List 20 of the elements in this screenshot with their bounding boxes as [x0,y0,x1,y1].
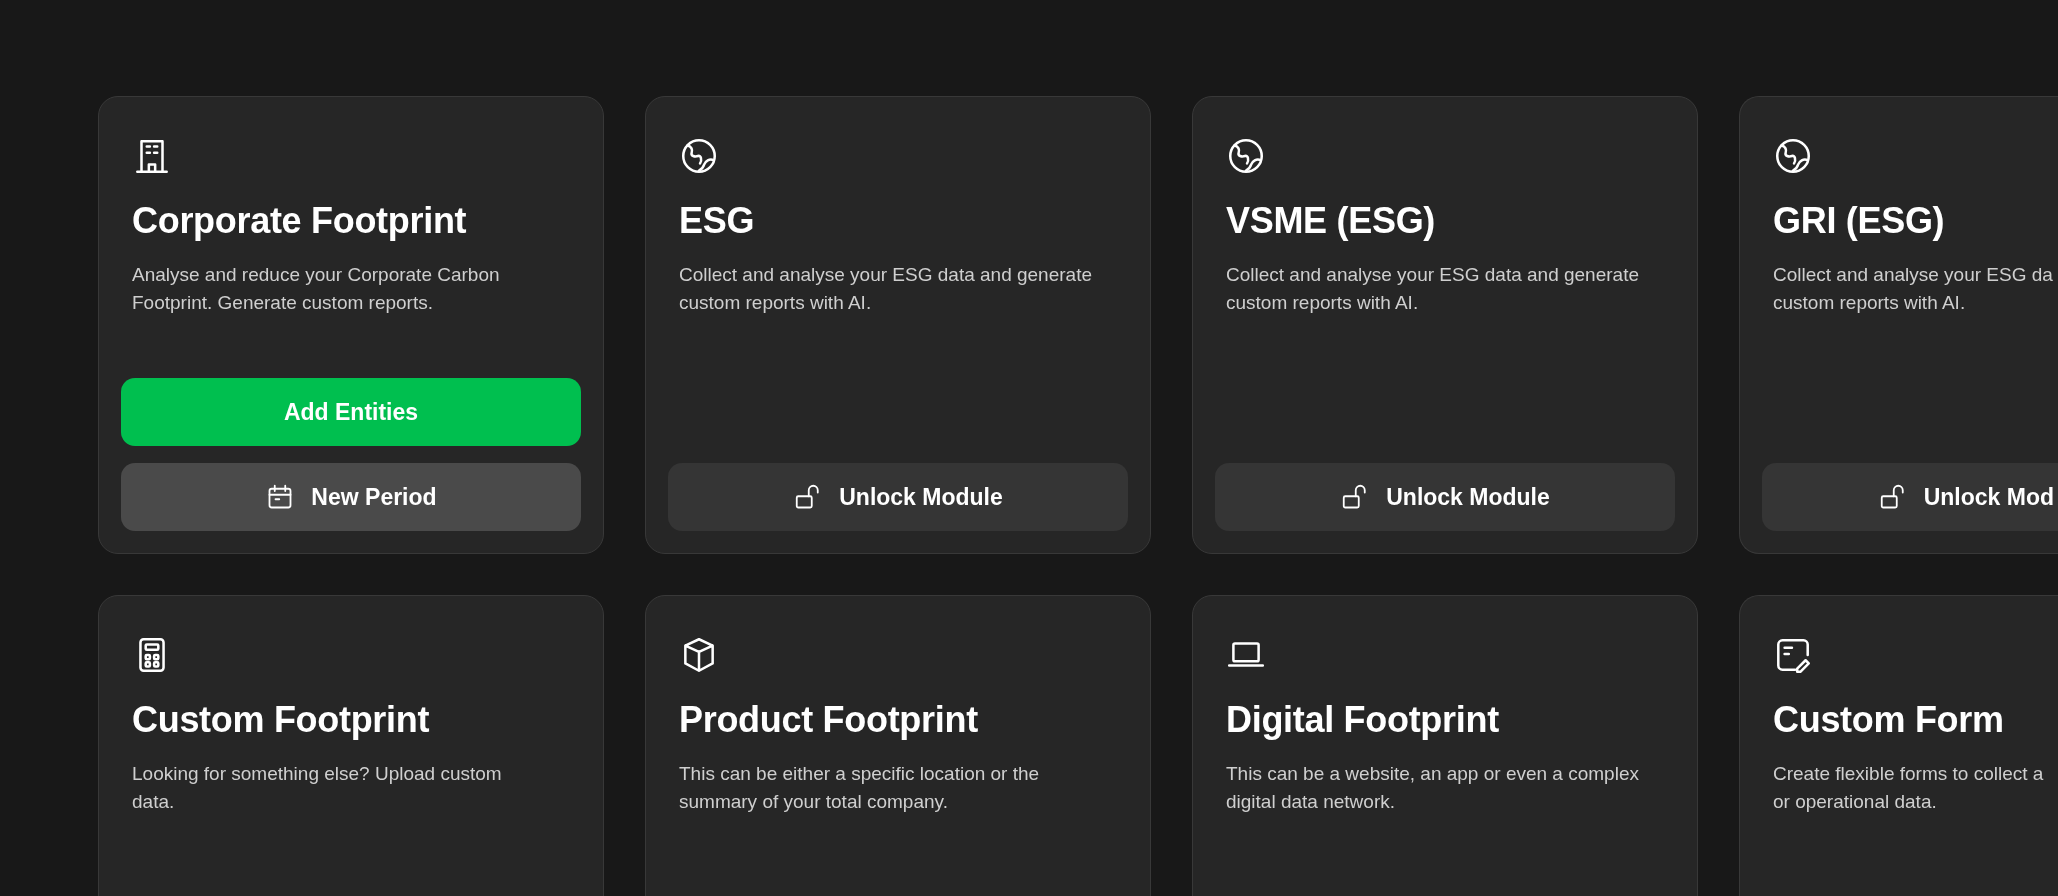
card-description: Create flexible forms to collect a or operational data. [1773,762,2045,814]
action-button[interactable]: Unlock Module [1215,463,1675,531]
card-description: This can be either a specific location or the summary of your total company. [679,762,1041,814]
card-description: Looking for something else? Upload custom data. [132,762,503,814]
card-title: Digital Footprint [1226,698,1500,742]
card-description: This can be a website, an app or even a complex digital data network. [1226,762,1640,814]
card-description: Collect and analyse your ESG data and generate custom reports with AI. [1226,263,1640,315]
card-title: Product Footprint [679,698,979,742]
card-title: VSME (ESG) [1226,199,1437,243]
card-title: Custom Form [1773,698,2005,742]
card-title: ESG [679,199,756,243]
card-title: Corporate Footprint [132,199,468,243]
card-description: Collect and analyse your ESG data and generate custom reports with AI. [679,263,1093,315]
action-button[interactable]: Unlock Module [668,463,1128,531]
action-button[interactable]: New Period [121,463,581,531]
card-description: Analyse and reduce your Corporate Carbon Footprint. Generate custom reports. [132,263,501,315]
action-button[interactable]: Unlock Mod [1762,463,2058,531]
card-title: GRI (ESG) [1773,199,1946,243]
card-description: Collect and analyse your ESG da custom reports with AI. [1773,263,2054,315]
card-title: Custom Footprint [132,698,431,742]
